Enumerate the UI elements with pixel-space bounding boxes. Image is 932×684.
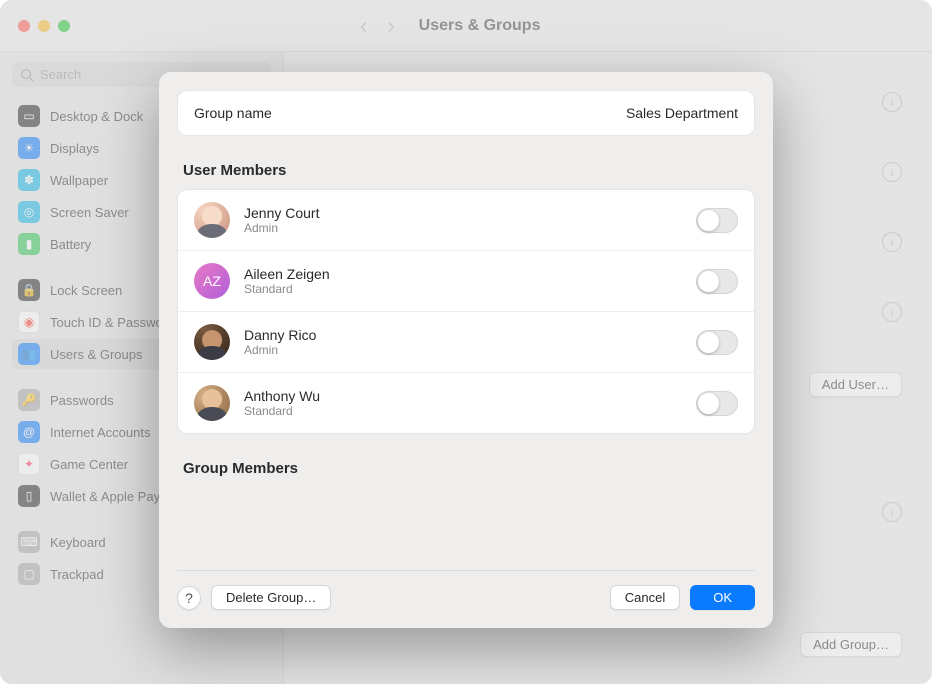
member-name: Danny Rico: [244, 327, 682, 343]
member-role: Standard: [244, 404, 682, 418]
avatar: AZ: [194, 263, 230, 299]
group-members-header: Group Members: [183, 460, 755, 477]
group-name-label: Group name: [194, 105, 272, 121]
member-role: Admin: [244, 221, 682, 235]
cancel-button[interactable]: Cancel: [610, 585, 680, 610]
member-toggle[interactable]: [696, 330, 738, 355]
member-role: Admin: [244, 343, 682, 357]
member-info: Jenny CourtAdmin: [244, 205, 682, 235]
member-name: Jenny Court: [244, 205, 682, 221]
member-toggle[interactable]: [696, 269, 738, 294]
help-button[interactable]: ?: [177, 586, 201, 610]
modal-body: Group name Sales Department User Members…: [177, 90, 755, 566]
member-row: Anthony WuStandard: [178, 372, 754, 433]
system-settings-window: ‹ › Users & Groups Search ▭Desktop & Doc…: [0, 0, 932, 684]
group-name-row[interactable]: Group name Sales Department: [177, 90, 755, 136]
ok-button[interactable]: OK: [690, 585, 755, 610]
modal-overlay: Group name Sales Department User Members…: [0, 0, 932, 684]
member-toggle[interactable]: [696, 208, 738, 233]
user-members-header: User Members: [183, 162, 755, 179]
avatar: [194, 324, 230, 360]
group-settings-modal: Group name Sales Department User Members…: [159, 72, 773, 628]
delete-group-button[interactable]: Delete Group…: [211, 585, 331, 610]
member-role: Standard: [244, 282, 682, 296]
member-row: Jenny CourtAdmin: [178, 190, 754, 250]
member-row: Danny RicoAdmin: [178, 311, 754, 372]
member-info: Danny RicoAdmin: [244, 327, 682, 357]
avatar: [194, 202, 230, 238]
member-info: Aileen ZeigenStandard: [244, 266, 682, 296]
member-name: Aileen Zeigen: [244, 266, 682, 282]
modal-footer: ? Delete Group… Cancel OK: [177, 570, 755, 610]
member-info: Anthony WuStandard: [244, 388, 682, 418]
member-row: AZ Aileen ZeigenStandard: [178, 250, 754, 311]
group-name-value: Sales Department: [626, 105, 738, 121]
user-members-list: Jenny CourtAdminAZAileen ZeigenStandardD…: [177, 189, 755, 434]
member-name: Anthony Wu: [244, 388, 682, 404]
avatar: [194, 385, 230, 421]
member-toggle[interactable]: [696, 391, 738, 416]
